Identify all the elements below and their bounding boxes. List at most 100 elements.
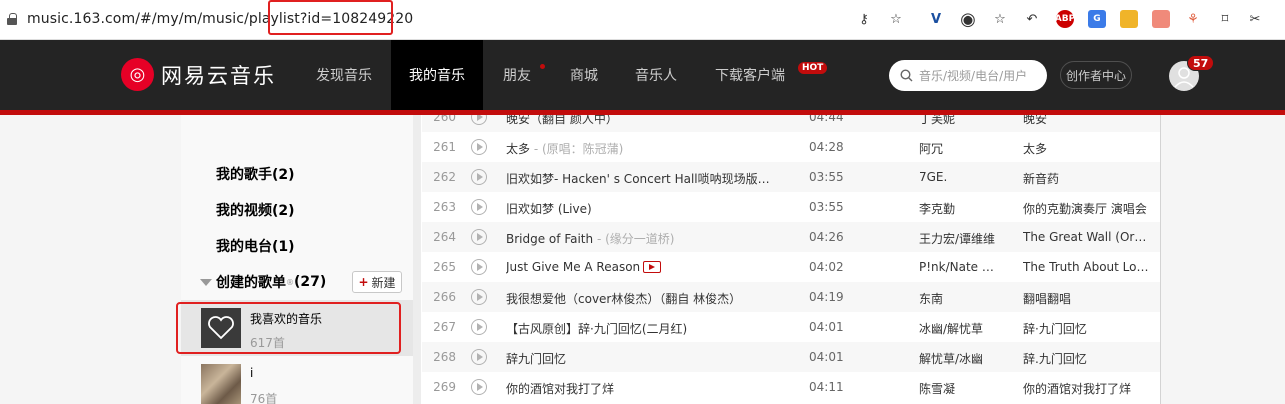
song-artist[interactable]: 东南 bbox=[919, 290, 999, 307]
song-number: 262 bbox=[433, 170, 456, 184]
play-icon[interactable] bbox=[471, 139, 487, 155]
song-album[interactable]: 太多 bbox=[1023, 140, 1149, 157]
playlist-item-i[interactable]: i 76首 bbox=[181, 356, 413, 404]
song-artist[interactable]: 王力宏/谭维维 bbox=[919, 230, 999, 247]
song-title-text[interactable]: 辞九门回忆 bbox=[506, 352, 566, 366]
play-icon[interactable] bbox=[471, 259, 487, 275]
song-title-text[interactable]: Bridge of Faith bbox=[506, 232, 593, 246]
extension-v-icon[interactable]: V bbox=[927, 10, 945, 28]
song-row[interactable]: 261 太多 - (原唱：陈冠蒲) 04:28 阿冗 太多 bbox=[422, 132, 1160, 162]
song-album[interactable]: The Truth About Love bbox=[1023, 260, 1149, 274]
nav-store[interactable]: 商城 bbox=[556, 40, 612, 110]
song-row[interactable]: 264 Bridge of Faith - (缘分一道桥) 04:26 王力宏/… bbox=[422, 222, 1160, 252]
nav-my-music[interactable]: 我的音乐 bbox=[391, 40, 483, 110]
song-duration: 04:19 bbox=[809, 290, 844, 304]
logo-text[interactable]: 网易云音乐 bbox=[161, 60, 276, 90]
song-title-text[interactable]: 【古风原创】辞·九门回忆(二月红) bbox=[506, 322, 687, 336]
song-artist[interactable]: 李克勤 bbox=[919, 200, 999, 217]
song-album[interactable]: The Great Wall (Origi… bbox=[1023, 230, 1149, 244]
extension-tree-icon[interactable]: ⚘ bbox=[1184, 10, 1202, 28]
song-title-text[interactable]: 旧欢如梦- Hacken' s Concert Hall唢呐现场版… bbox=[506, 172, 770, 186]
song-title-text[interactable]: 太多 bbox=[506, 142, 530, 156]
song-artist[interactable]: P!nk/Nate R… bbox=[919, 260, 999, 274]
song-title-text[interactable]: Just Give Me A Reason bbox=[506, 260, 640, 274]
song-row[interactable]: 266 我很想爱他（cover林俊杰）（翻自 林俊杰） 04:19 东南 翻唱翻… bbox=[422, 282, 1160, 312]
adblock-icon[interactable]: ABP bbox=[1055, 10, 1075, 28]
bookmark-icon[interactable]: ⌑ bbox=[1216, 10, 1234, 28]
song-number: 261 bbox=[433, 140, 456, 154]
song-number: 264 bbox=[433, 230, 456, 244]
song-row[interactable]: 269 你的酒馆对我打了烊 04:11 陈雪凝 你的酒馆对我打了烊 bbox=[422, 372, 1160, 402]
search-input[interactable] bbox=[919, 68, 1044, 83]
song-row[interactable]: 268 辞九门回忆 04:01 解忧草/冰幽 辞.九门回忆 bbox=[422, 342, 1160, 372]
song-row[interactable]: 262 旧欢如梦- Hacken' s Concert Hall唢呐现场版… 0… bbox=[422, 162, 1160, 192]
song-artist[interactable]: 解忧草/冰幽 bbox=[919, 350, 999, 367]
song-title[interactable]: 【古风原创】辞·九门回忆(二月红) bbox=[506, 320, 776, 337]
nav-friends[interactable]: 朋友 bbox=[489, 40, 545, 110]
play-icon[interactable] bbox=[471, 229, 487, 245]
extension-note-icon[interactable] bbox=[1120, 10, 1138, 28]
song-title-text[interactable]: 我很想爱他（cover林俊杰）（翻自 林俊杰） bbox=[506, 292, 741, 306]
message-count-badge[interactable]: 57 bbox=[1187, 55, 1215, 71]
song-title[interactable]: 太多 - (原唱：陈冠蒲) bbox=[506, 140, 776, 157]
search-box[interactable] bbox=[889, 60, 1047, 91]
extension-star-icon[interactable]: ☆ bbox=[991, 10, 1009, 28]
song-album[interactable]: 辞.九门回忆 bbox=[1023, 350, 1149, 367]
bookmark-star-icon[interactable]: ☆ bbox=[887, 10, 905, 28]
song-title[interactable]: 辞九门回忆 bbox=[506, 350, 776, 367]
url-base: music.163.com/#/my/m/music/playlist bbox=[27, 11, 300, 27]
created-playlists-header[interactable]: 创建的歌单 ® (27) bbox=[200, 272, 326, 292]
new-playlist-button[interactable]: + 新建 bbox=[352, 271, 402, 293]
song-artist[interactable]: 陈雪凝 bbox=[919, 380, 999, 397]
song-duration: 04:26 bbox=[809, 230, 844, 244]
netease-logo-icon[interactable]: ◎ bbox=[121, 58, 154, 91]
song-title[interactable]: 旧欢如梦 (Live) bbox=[506, 200, 776, 217]
nav-discover[interactable]: 发现音乐 bbox=[303, 40, 385, 110]
extension-arrow-icon[interactable]: ↶ bbox=[1023, 10, 1041, 28]
song-title[interactable]: Just Give Me A Reason bbox=[506, 260, 776, 274]
song-title[interactable]: 旧欢如梦- Hacken' s Concert Hall唢呐现场版… bbox=[506, 170, 776, 187]
song-album[interactable]: 你的酒馆对我打了烊 bbox=[1023, 380, 1149, 397]
song-title[interactable]: 你的酒馆对我打了烊 bbox=[506, 380, 776, 397]
song-album[interactable]: 翻唱翻唱 bbox=[1023, 290, 1149, 307]
song-artist[interactable]: 阿冗 bbox=[919, 140, 999, 157]
collapse-triangle-icon[interactable] bbox=[200, 278, 212, 286]
creator-center-button[interactable]: 创作者中心 bbox=[1060, 61, 1132, 89]
sidebar-my-artists[interactable]: 我的歌手(2) bbox=[216, 164, 295, 184]
song-number: 269 bbox=[433, 380, 456, 394]
song-row[interactable]: 265 Just Give Me A Reason 04:02 P!nk/Nat… bbox=[422, 252, 1160, 282]
browser-address-bar: music.163.com/#/my/m/music/playlist?id=1… bbox=[0, 0, 1285, 40]
play-icon[interactable] bbox=[471, 379, 487, 395]
nav-download[interactable]: 下载客户端 bbox=[703, 40, 797, 110]
play-icon[interactable] bbox=[471, 289, 487, 305]
song-row[interactable]: 263 旧欢如梦 (Live) 03:55 李克勤 你的克勤演奏厅 演唱会 bbox=[422, 192, 1160, 222]
play-icon[interactable] bbox=[471, 349, 487, 365]
song-artist[interactable]: 冰幽/解忧草 bbox=[919, 320, 999, 337]
play-icon[interactable] bbox=[471, 169, 487, 185]
translate-icon[interactable]: G bbox=[1088, 10, 1106, 28]
extension-box-icon[interactable] bbox=[1152, 10, 1170, 28]
sidebar-my-radio[interactable]: 我的电台(1) bbox=[216, 236, 295, 256]
play-icon[interactable] bbox=[471, 199, 487, 215]
song-title[interactable]: 我很想爱他（cover林俊杰）（翻自 林俊杰） bbox=[506, 290, 776, 307]
song-album[interactable]: 辞·九门回忆 bbox=[1023, 320, 1149, 337]
song-title-text[interactable]: 旧欢如梦 (Live) bbox=[506, 202, 592, 216]
song-album[interactable]: 你的克勤演奏厅 演唱会 bbox=[1023, 200, 1149, 217]
song-artist[interactable]: 7GE. bbox=[919, 170, 999, 184]
extension-circle-icon[interactable]: ◉ bbox=[959, 9, 977, 30]
sidebar-scrollbar[interactable] bbox=[413, 115, 421, 404]
song-duration: 04:02 bbox=[809, 260, 844, 274]
song-duration: 04:01 bbox=[809, 320, 844, 334]
scissors-icon[interactable]: ✂ bbox=[1246, 10, 1264, 28]
lock-icon bbox=[7, 13, 17, 25]
key-icon[interactable]: ⚷ bbox=[855, 10, 873, 28]
mv-icon[interactable] bbox=[643, 261, 662, 273]
song-title-text[interactable]: 你的酒馆对我打了烊 bbox=[506, 382, 614, 396]
sidebar-my-videos[interactable]: 我的视频(2) bbox=[216, 200, 295, 220]
song-album[interactable]: 新音药 bbox=[1023, 170, 1149, 187]
song-row[interactable]: 267 【古风原创】辞·九门回忆(二月红) 04:01 冰幽/解忧草 辞·九门回… bbox=[422, 312, 1160, 342]
song-alias: - (缘分一道桥) bbox=[593, 232, 675, 246]
nav-musician[interactable]: 音乐人 bbox=[622, 40, 690, 110]
play-icon[interactable] bbox=[471, 319, 487, 335]
song-title[interactable]: Bridge of Faith - (缘分一道桥) bbox=[506, 230, 776, 247]
